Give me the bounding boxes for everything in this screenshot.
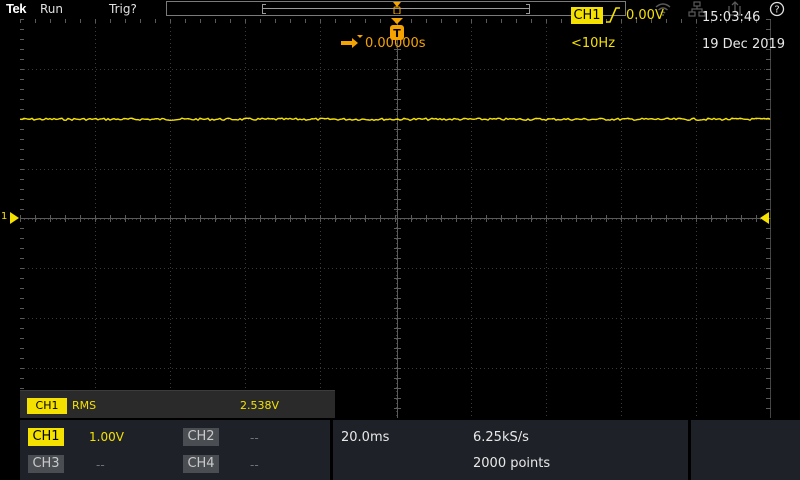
ch4-scale: -- (250, 458, 259, 472)
help-icon[interactable]: ? (768, 1, 786, 17)
horizontal-trigger-panel (333, 420, 688, 480)
time-per-division[interactable]: 20.0ms (341, 430, 389, 445)
brand-logo: Tek (6, 1, 26, 16)
ch2-scale: -- (250, 431, 259, 445)
clock-panel (691, 420, 800, 480)
ch1-button[interactable]: CH1 (28, 428, 64, 446)
ch3-scale: -- (96, 458, 105, 472)
waveform-graticule[interactable] (20, 19, 771, 418)
measurement-name: RMS (72, 399, 97, 412)
graticule-grid (20, 19, 771, 418)
record-view-bracket-right (526, 4, 530, 14)
vertical-settings-panel (20, 420, 330, 480)
ch3-button[interactable]: CH3 (28, 455, 64, 473)
record-length[interactable]: 2000 points (473, 456, 550, 471)
svg-text:?: ? (774, 5, 779, 16)
settings-bar (0, 420, 800, 480)
measurement-badge[interactable]: CH1 RMS 2.538V (20, 390, 335, 418)
record-view-bar[interactable] (166, 1, 626, 16)
trigger-status: Trig? (109, 2, 137, 16)
record-view-bracket-left (262, 4, 266, 14)
clock-date: 19 Dec 2019 (702, 37, 786, 52)
trigger-frequency: <10Hz (571, 36, 616, 51)
trigger-level[interactable]: 0.00V (626, 8, 664, 23)
record-trigger-marker-icon (393, 2, 401, 14)
measurement-value: 2.538V (240, 399, 280, 412)
ch1-marker-label: 1 (1, 211, 8, 222)
measurement-source: CH1 (27, 398, 67, 414)
clock-time: 15:03:46 (702, 10, 761, 25)
ch2-button[interactable]: CH2 (183, 428, 219, 446)
delay-arrow-icon (341, 35, 363, 48)
rising-edge-icon (606, 7, 620, 23)
ch4-button[interactable]: CH4 (183, 455, 219, 473)
trigger-source[interactable]: CH1 (571, 7, 603, 24)
status-bar: Tek Run Trig? ? (0, 0, 800, 19)
ch1-scale[interactable]: 1.00V (89, 430, 124, 444)
sample-rate: 6.25kS/s (473, 430, 529, 445)
ch1-marker-arrow-icon (10, 212, 19, 224)
acquisition-state[interactable]: Run (40, 2, 63, 16)
trigger-level-arrow-icon[interactable] (760, 212, 769, 224)
horizontal-delay[interactable]: 0.00000s (365, 36, 426, 51)
